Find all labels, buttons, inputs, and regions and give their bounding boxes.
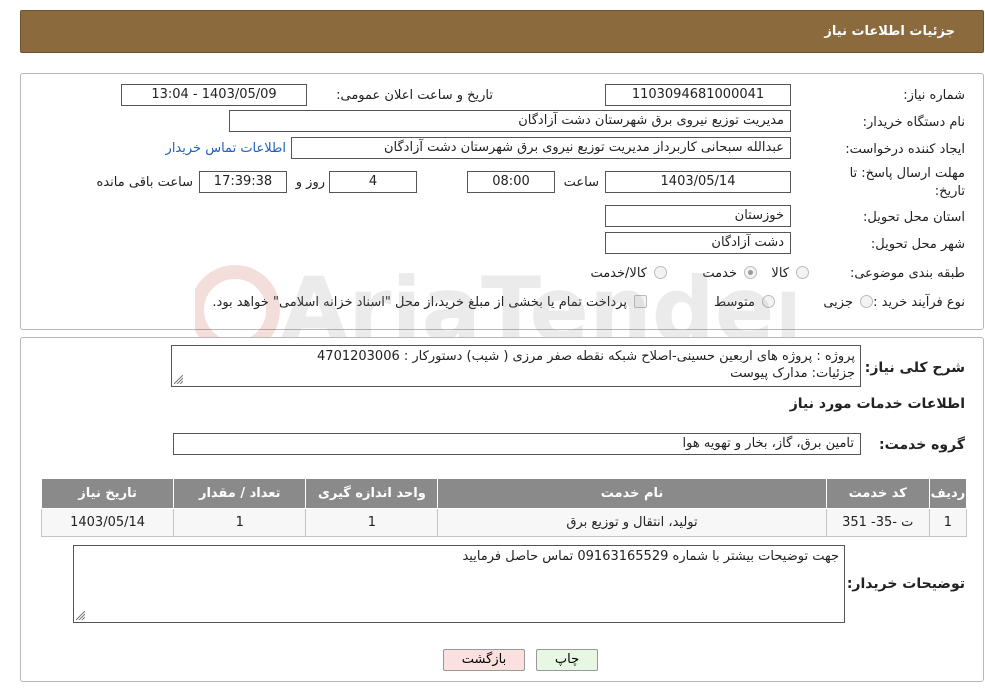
process-medium-radio[interactable] <box>762 295 775 308</box>
remaining-time-field: 17:39:38 <box>199 171 287 193</box>
cell-date: 1403/05/14 <box>40 508 175 537</box>
category-goods-radio[interactable] <box>796 266 809 279</box>
summary-line-1: پروژه : پروژه های اربعین حسینی-اصلاح شبک… <box>317 349 855 364</box>
city-field: دشت آزادگان <box>605 232 791 254</box>
cell-code: ت -35- 351 <box>825 508 930 537</box>
process-medium-label: متوسط <box>714 295 755 310</box>
days-label: روز و <box>295 175 325 190</box>
process-minor-label: جزیی <box>823 295 853 310</box>
print-button[interactable]: چاپ <box>536 649 598 671</box>
deadline-date-field: 1403/05/14 <box>605 171 791 193</box>
remaining-time-label: ساعت باقی مانده <box>96 175 193 190</box>
buyer-contact-link[interactable]: اطلاعات تماس خریدار <box>166 141 286 156</box>
service-group-field: تامین برق، گاز، بخار و تهویه هوا <box>173 433 861 455</box>
category-goods-service-radio[interactable] <box>654 266 667 279</box>
deadline-time-label: ساعت <box>563 175 599 190</box>
buyer-notes-textarea[interactable]: جهت توضیحات بیشتر با شماره 09163165529 ت… <box>73 545 845 623</box>
deadline-label-line2: تاریخ: <box>934 184 965 199</box>
cell-unit: 1 <box>305 508 439 537</box>
page-title: جزئیات اطلاعات نیاز <box>824 24 955 39</box>
summary-label: شرح کلی نیاز: <box>864 360 965 376</box>
service-group-label: گروه خدمت: <box>879 437 965 453</box>
col-code-header: کد خدمت <box>825 478 930 509</box>
summary-line-2: جزئیات: مدارک پیوست <box>730 366 855 381</box>
col-date-header: تاریخ نیاز <box>40 478 175 509</box>
category-goods-label: کالا <box>771 266 789 281</box>
treasury-payment-checkbox[interactable] <box>634 295 647 308</box>
category-service-radio[interactable] <box>744 266 757 279</box>
deadline-time-field: 08:00 <box>467 171 555 193</box>
back-button[interactable]: بازگشت <box>443 649 525 671</box>
resize-grip-icon[interactable] <box>174 375 183 384</box>
services-table: ردیف کد خدمت نام خدمت واحد اندازه گیری ت… <box>40 478 968 537</box>
treasury-payment-note: پرداخت تمام یا بخشی از مبلغ خرید،از محل … <box>212 295 627 310</box>
category-label: طبقه بندی موضوعی: <box>849 266 965 281</box>
buyer-notes-label: توضیحات خریدار: <box>846 576 965 592</box>
need-info-panel: شماره نیاز: 1103094681000041 تاریخ و ساع… <box>20 73 984 330</box>
announce-datetime-label: تاریخ و ساعت اعلان عمومی: <box>336 88 493 103</box>
requester-field: عبدالله سبحانی کاربرداز مدیریت توزیع نیر… <box>291 137 791 159</box>
province-label: استان محل تحویل: <box>863 210 965 225</box>
remaining-days-field: 4 <box>329 171 417 193</box>
requester-label: ایجاد کننده درخواست: <box>845 142 965 157</box>
summary-textarea[interactable]: پروژه : پروژه های اربعین حسینی-اصلاح شبک… <box>171 345 861 387</box>
province-field: خوزستان <box>605 205 791 227</box>
need-number-field: 1103094681000041 <box>605 84 791 106</box>
city-label: شهر محل تحویل: <box>870 237 965 252</box>
table-row: 1 ت -35- 351 تولید، انتقال و توزیع برق 1… <box>40 508 968 537</box>
announce-datetime-field: 1403/05/09 - 13:04 <box>121 84 307 106</box>
category-service-label: خدمت <box>702 266 737 281</box>
need-details-panel: شرح کلی نیاز: پروژه : پروژه های اربعین ح… <box>20 337 984 682</box>
cell-name: تولید، انتقال و توزیع برق <box>437 508 827 537</box>
services-heading: اطلاعات خدمات مورد نیاز <box>789 396 965 412</box>
purchase-process-label: نوع فرآیند خرید : <box>873 295 965 310</box>
process-minor-radio[interactable] <box>860 295 873 308</box>
need-number-label: شماره نیاز: <box>903 88 965 103</box>
cell-row: 1 <box>928 508 968 537</box>
buyer-notes-text: جهت توضیحات بیشتر با شماره 09163165529 ت… <box>462 549 839 564</box>
cell-qty: 1 <box>173 508 307 537</box>
buyer-org-label: نام دستگاه خریدار: <box>862 115 965 130</box>
resize-grip-icon[interactable] <box>76 611 85 620</box>
page-header: جزئیات اطلاعات نیاز <box>20 10 984 53</box>
buyer-org-field: مدیریت توزیع نیروی برق شهرستان دشت آزادگ… <box>229 110 791 132</box>
table-header-row: ردیف کد خدمت نام خدمت واحد اندازه گیری ت… <box>40 478 968 509</box>
col-name-header: نام خدمت <box>437 478 827 509</box>
col-qty-header: تعداد / مقدار <box>173 478 307 509</box>
col-unit-header: واحد اندازه گیری <box>305 478 439 509</box>
col-row-header: ردیف <box>928 478 968 509</box>
category-goods-service-label: کالا/خدمت <box>590 266 647 281</box>
deadline-label-line1: مهلت ارسال پاسخ: تا <box>849 166 965 181</box>
